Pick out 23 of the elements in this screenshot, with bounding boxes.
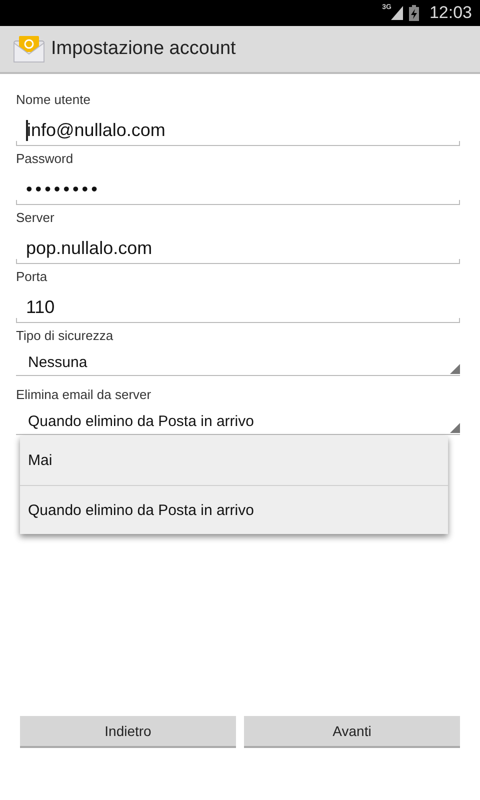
field-label: Tipo di sicurezza [16,328,114,343]
screen-title: Impostazione account [51,38,236,60]
field-label: Server [16,210,54,225]
dropdown-field[interactable]: Nessuna [16,349,460,376]
battery-icon [409,5,420,21]
input-field[interactable]: 110 [16,292,460,323]
input-field[interactable]: info@nullalo.com [16,115,460,146]
field-label: Password [16,151,74,166]
field-label: Porta [16,269,48,284]
dropdown-corner-icon [450,423,460,433]
menu-option[interactable]: Mai [20,436,448,485]
clock-time: 12:03 [429,3,472,23]
envelope-icon [13,35,45,63]
next-button[interactable]: Avanti [244,716,460,748]
input-field[interactable]: pop.nullalo.com [16,233,460,264]
field-label: Elimina email da server [16,387,152,402]
field-label: Nome utente [16,92,90,107]
menu-option[interactable]: Quando elimino da Posta in arrivo [20,485,448,534]
dropdown-corner-icon [450,364,460,374]
input-field[interactable]: •••••••• [16,174,460,205]
back-button[interactable]: Indietro [20,716,236,748]
signal-icon [391,6,404,20]
dropdown-field[interactable]: Quando elimino da Posta in arrivo [16,408,460,435]
